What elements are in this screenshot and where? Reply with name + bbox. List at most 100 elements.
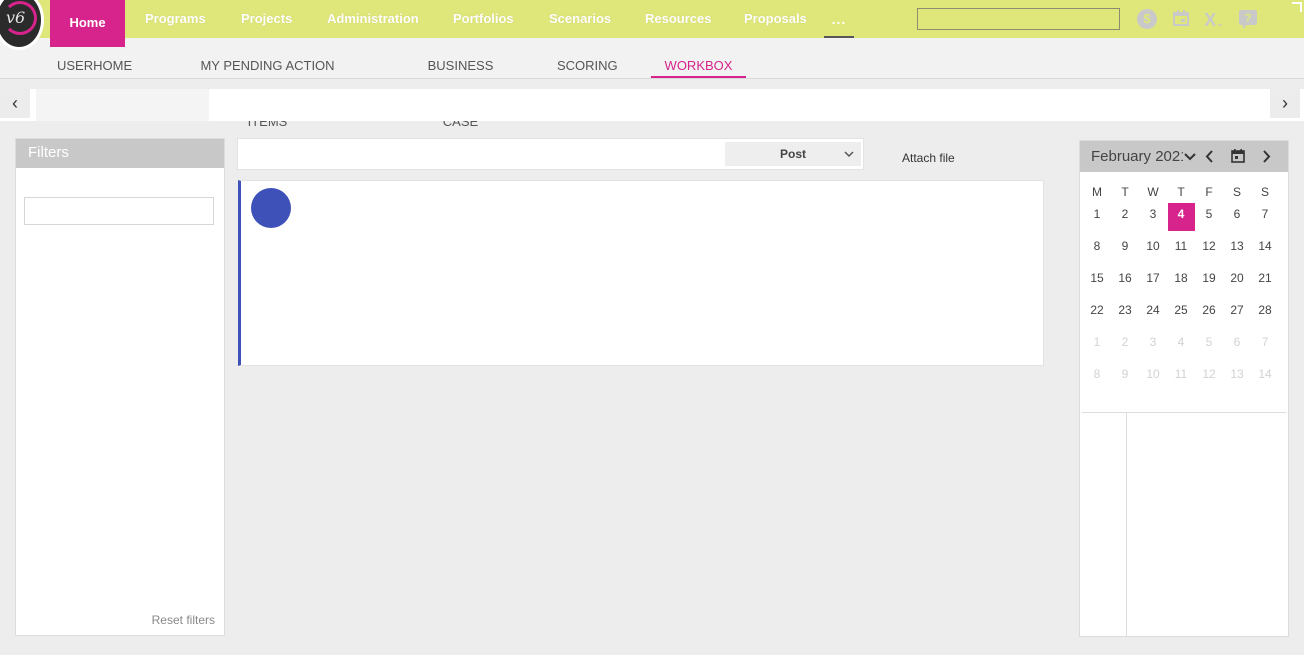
calendar-day[interactable]: 20 [1223,267,1251,299]
calendar-day[interactable]: 1 [1083,203,1111,235]
calendar-month-title[interactable]: February 2021 [1091,141,1183,172]
weekday-label: W [1147,185,1159,199]
excel-export-icon[interactable]: X⌄ [1203,9,1225,31]
calendar-day-other-month[interactable]: 11 [1167,363,1195,395]
next-month-icon[interactable] [1260,141,1272,183]
calendar-day-other-month[interactable]: 5 [1195,331,1223,363]
calendar-day[interactable]: 2 [1111,203,1139,235]
nav-resources[interactable]: Resources [645,0,711,38]
calendar-day-other-month[interactable]: 12 [1195,363,1223,395]
tab-scoring[interactable]: SCORING [557,38,618,78]
nav-proposals[interactable]: Proposals [744,0,807,38]
chevron-down-icon [843,142,855,174]
weekday-label: M [1092,185,1102,199]
calendar-day[interactable]: 18 [1167,267,1195,299]
tab-business-case[interactable]: BUSINESS CASE [410,38,511,129]
calendar-week-row: 8 9 10 11 12 13 14 [1083,363,1279,395]
dollar-icon[interactable]: $ [1137,9,1157,29]
calendar-day[interactable]: 19 [1195,267,1223,299]
calendar-grid: M T W T F S S 1 2 3 4 5 6 7 8 9 10 11 12 13 14 15 16 17 18 19 20 21… [1083,181,1279,395]
calendar-day[interactable]: 21 [1251,267,1279,299]
calendar-day-other-month[interactable]: 13 [1223,363,1251,395]
today-calendar-icon[interactable] [1230,141,1246,183]
calendar-day[interactable]: 28 [1251,299,1279,331]
calendar-week-row: 22 23 24 25 26 27 28 [1083,299,1279,331]
feed-item-card [238,180,1044,366]
calendar-day-other-month[interactable]: 6 [1223,331,1251,363]
calendar-day[interactable]: 25 [1167,299,1195,331]
nav-administration[interactable]: Administration [327,0,419,38]
calendar-day[interactable]: 24 [1139,299,1167,331]
calendar-widget: February 2021 M T W T F S S 1 2 3 4 5 6 7 8 9 10 11 12 13 14… [1079,140,1289,637]
weekday-label: T [1121,185,1129,199]
calendar-day[interactable]: 8 [1083,235,1111,267]
calendar-week-row: 1234567 [1083,331,1279,363]
calendar-day[interactable]: 3 [1139,203,1167,235]
post-type-select[interactable]: Post [725,142,861,166]
calendar-day[interactable]: 12 [1195,235,1223,267]
calendar-icon[interactable] [1170,9,1192,31]
calendar-day-other-month[interactable]: 4 [1167,331,1195,363]
weekday-label: S [1232,185,1241,199]
logo-text: v6 [6,8,26,27]
calendar-day-other-month[interactable]: 1 [1083,331,1111,363]
nav-scenarios[interactable]: Scenarios [549,0,611,38]
calendar-header: February 2021 [1080,141,1288,172]
calendar-day[interactable]: 26 [1195,299,1223,331]
scroll-left-button[interactable]: ‹ [0,89,30,118]
calendar-day[interactable]: 6 [1223,203,1251,235]
calendar-divider [1082,412,1286,413]
post-composer[interactable]: Post [237,138,864,170]
calendar-day[interactable]: 22 [1083,299,1111,331]
help-icon[interactable]: ? [1237,9,1259,31]
calendar-day[interactable]: 15 [1083,267,1111,299]
calendar-agenda-divider [1126,413,1127,636]
calendar-week-row: 15 16 17 18 19 20 21 [1083,267,1279,299]
calendar-day-other-month[interactable]: 2 [1111,331,1139,363]
calendar-day[interactable]: 14 [1251,235,1279,267]
post-type-value: Post [780,147,807,161]
calendar-day-other-month[interactable]: 7 [1251,331,1279,363]
nav-portfolios[interactable]: Portfolios [453,0,514,38]
nav-programs[interactable]: Programs [145,0,206,38]
calendar-day[interactable]: 13 [1223,235,1251,267]
tab-my-pending-action-items[interactable]: MY PENDING ACTION ITEMS [181,38,354,129]
top-nav-bar: v6 Home Programs Projects Administration… [0,0,1304,50]
calendar-day-other-month[interactable]: 8 [1083,363,1111,395]
filters-search-input[interactable] [24,197,214,225]
calendar-weekday-row: MTWTFSS [1083,181,1279,203]
calendar-day[interactable]: 5 [1195,203,1223,235]
calendar-day-other-month[interactable]: 10 [1139,363,1167,395]
calendar-day[interactable]: 27 [1223,299,1251,331]
calendar-day-other-month[interactable]: 3 [1139,331,1167,363]
attach-file-button[interactable]: Attach file [902,151,955,165]
weekday-label: S [1260,185,1269,199]
corner-resize-icon [1292,2,1302,12]
sub-tabs: USERHOME MY PENDING ACTION ITEMS BUSINES… [0,38,1304,129]
nav-home[interactable]: Home [50,0,125,47]
calendar-day[interactable]: 16 [1111,267,1139,299]
weekday-label: F [1205,185,1213,199]
calendar-week-row: 8 9 10 11 12 13 14 [1083,235,1279,267]
calendar-day[interactable]: 7 [1251,203,1279,235]
calendar-day[interactable]: 9 [1111,235,1139,267]
calendar-day[interactable]: 11 [1167,235,1195,267]
global-search-input[interactable] [917,8,1120,30]
reset-filters-link[interactable]: Reset filters [152,613,215,627]
scroll-right-button[interactable]: › [1270,89,1300,118]
calendar-day[interactable]: 17 [1139,267,1167,299]
filters-panel: Filters Reset filters [15,138,225,636]
prev-month-icon[interactable] [1204,141,1216,183]
weekday-label: T [1177,185,1185,199]
nav-more-menu[interactable]: ... [824,0,854,38]
calendar-day-other-month[interactable]: 9 [1111,363,1139,395]
calendar-day[interactable]: 10 [1139,235,1167,267]
nav-projects[interactable]: Projects [241,0,292,38]
calendar-day-other-month[interactable]: 14 [1251,363,1279,395]
calendar-day[interactable]: 23 [1111,299,1139,331]
month-dropdown-chevron-icon[interactable] [1183,141,1197,183]
secondary-tab-strip [0,89,1304,121]
calendar-day-today[interactable]: 4 [1167,203,1195,231]
secondary-tab-blank[interactable] [36,89,209,121]
tab-workbox[interactable]: WORKBOX [651,38,746,78]
